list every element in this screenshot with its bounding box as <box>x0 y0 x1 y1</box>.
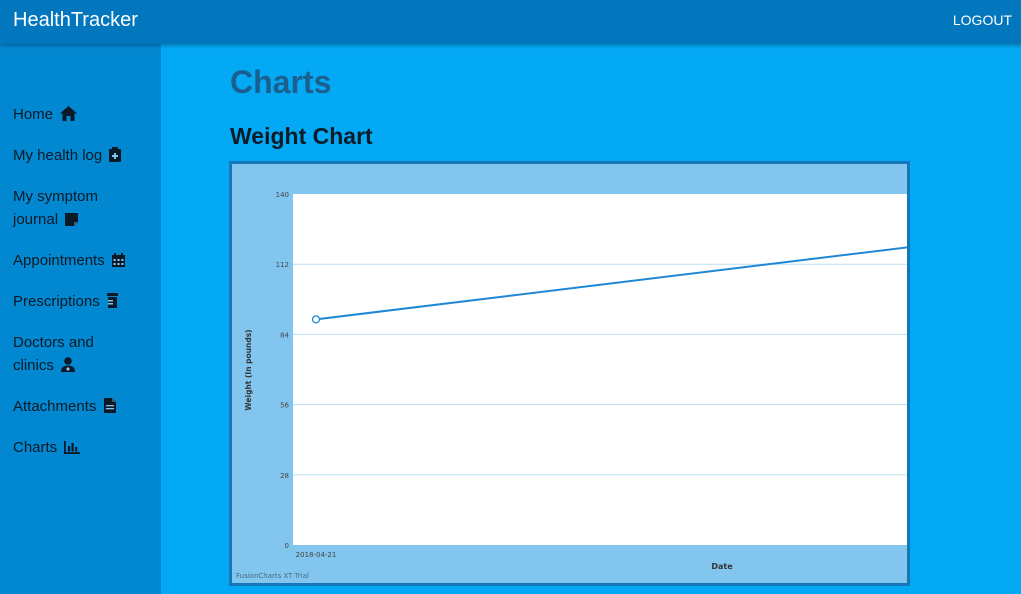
y-tick-label: 112 <box>276 261 289 269</box>
sidebar-item-appointments[interactable]: Appointments <box>13 249 153 274</box>
sidebar-item-doctors-clinics[interactable]: Doctors and clinics <box>13 331 153 379</box>
plot-area <box>293 194 907 545</box>
user-doctor-icon <box>61 356 76 379</box>
sidebar-item-label: Prescriptions <box>13 293 100 310</box>
sidebar-item-label: Doctors and clinics <box>13 334 94 374</box>
chart-watermark: FusionCharts XT Trial <box>236 572 309 580</box>
bar-chart-icon <box>64 438 81 461</box>
sidebar-item-label: Charts <box>13 439 58 456</box>
sidebar-item-label: Attachments <box>13 398 97 415</box>
clipboard-plus-icon <box>109 146 122 169</box>
sidebar-item-label: My symptom journal <box>13 188 98 228</box>
y-axis-label: Weight (In pounds) <box>244 329 253 410</box>
sidebar-item-label-line: Doctors and <box>13 334 94 351</box>
app-title[interactable]: HealthTracker <box>13 9 138 32</box>
sidebar-item-home[interactable]: Home <box>13 103 153 128</box>
sidebar-item-label: Appointments <box>13 252 105 269</box>
sidebar-item-label-line: journal <box>13 211 59 228</box>
sidebar-item-symptom-journal[interactable]: My symptom journal <box>13 185 153 233</box>
sidebar-item-charts[interactable]: Charts <box>13 436 153 461</box>
x-tick-label: 2018-04-21 <box>296 551 337 559</box>
sidebar-item-prescriptions[interactable]: Prescriptions <box>13 290 153 315</box>
sidebar: Home My health log My symptom journal App… <box>0 44 161 594</box>
logout-button[interactable]: LOGOUT <box>953 12 1012 28</box>
y-tick-label: 56 <box>280 402 289 410</box>
sidebar-item-label: My health log <box>13 147 103 164</box>
page-title: Charts <box>230 64 332 100</box>
weight-chart: 0 28 56 84 112 140 2018-04-21 Weight (In poun… <box>236 191 907 580</box>
sidebar-item-health-log[interactable]: My health log <box>13 144 153 169</box>
weight-chart-container: 0 28 56 84 112 140 2018-04-21 Weight (In poun… <box>229 161 910 586</box>
y-tick-label: 28 <box>280 472 289 480</box>
sticky-note-icon <box>65 210 79 233</box>
data-point[interactable] <box>311 315 321 324</box>
x-axis-label: Date <box>711 562 733 571</box>
sidebar-item-label-line: clinics <box>13 357 54 374</box>
chart-section-title: Weight Chart <box>230 123 373 149</box>
calendar-icon <box>111 251 125 274</box>
home-icon <box>60 105 78 128</box>
sidebar-item-label-line: My symptom <box>13 188 99 205</box>
y-tick-label: 0 <box>285 542 289 550</box>
prescription-bottle-icon <box>106 292 118 315</box>
sidebar-item-attachments[interactable]: Attachments <box>13 395 153 420</box>
y-tick-label: 140 <box>276 191 289 199</box>
sidebar-item-label: Home <box>13 106 54 123</box>
file-icon <box>103 397 116 420</box>
top-navbar: HealthTracker LOGOUT <box>0 0 1021 44</box>
y-tick-label: 84 <box>280 331 289 339</box>
